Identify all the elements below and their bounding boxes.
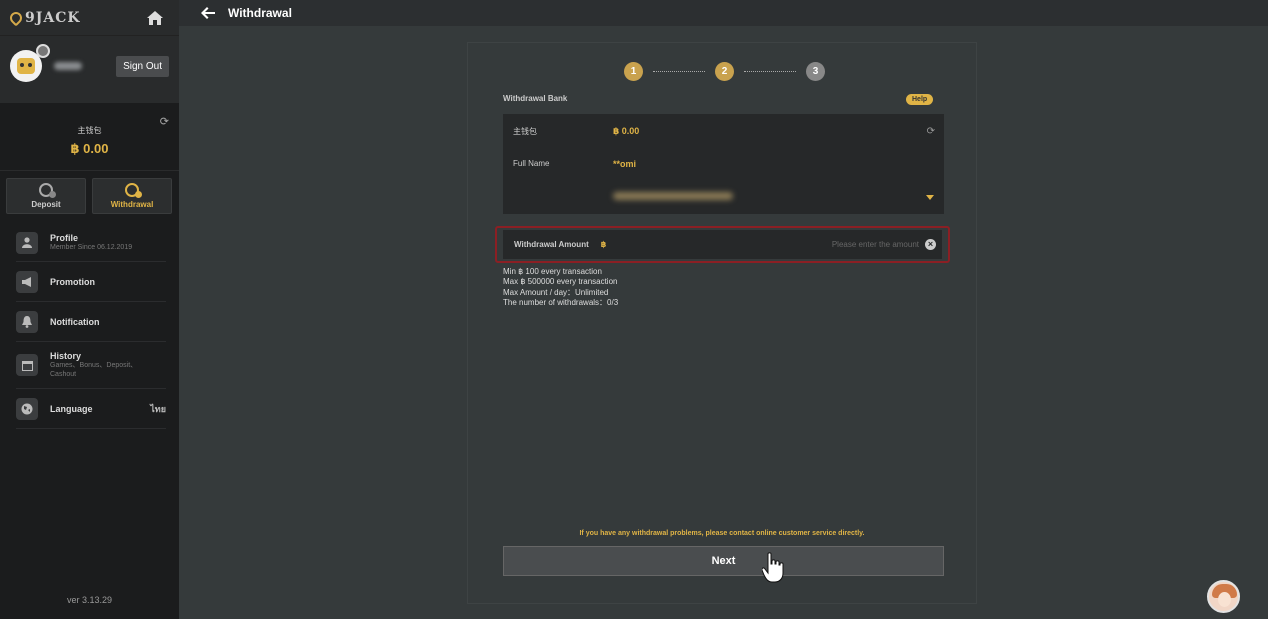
- home-icon[interactable]: [146, 10, 164, 26]
- language-value: ไทย: [150, 403, 166, 414]
- currency-symbol: ฿: [600, 240, 607, 249]
- sidebar-top: 9JACK Sign Out: [0, 0, 179, 103]
- user-row: Sign Out: [10, 44, 169, 82]
- sidebar-item-history[interactable]: History Games、Bonus、Deposit、Cashout: [16, 342, 166, 389]
- deposit-label: Deposit: [31, 200, 61, 209]
- sidebar-item-label: History: [50, 350, 82, 361]
- sign-out-button[interactable]: Sign Out: [116, 55, 169, 77]
- sidebar-menu: Profile Member Since 06.12.2019 Promotio…: [0, 214, 179, 429]
- next-button[interactable]: Next: [503, 546, 944, 576]
- refresh-icon[interactable]: ⟳: [160, 115, 169, 128]
- back-arrow-icon[interactable]: [201, 7, 215, 19]
- step-1: 1: [624, 62, 643, 81]
- step-divider: [744, 71, 796, 72]
- sidebar-item-subtitle: Games、Bonus、Deposit、Cashout: [50, 361, 138, 378]
- username-blurred: [54, 62, 82, 70]
- sidebar-item-label: Promotion: [50, 276, 95, 287]
- fullname-label: Full Name: [513, 159, 550, 168]
- vip-badge-icon: [36, 44, 50, 58]
- cs-face: [1218, 592, 1231, 607]
- withdrawal-rules: Min ฿ 100 every transaction Max ฿ 500000…: [503, 267, 618, 308]
- wallet-row-value: ฿ 0.00: [613, 126, 640, 136]
- amount-label: Withdrawal Amount: [514, 240, 589, 249]
- megaphone-icon: [16, 270, 38, 293]
- rule-min: Min ฿ 100 every transaction: [503, 267, 602, 276]
- calendar-icon: [16, 354, 38, 376]
- user-icon: [16, 231, 38, 254]
- coin-deposit-icon: [39, 183, 56, 198]
- rule-daily: Max Amount / day：Unlimited: [503, 287, 609, 297]
- withdrawal-panel: 1 2 3 Withdrawal Bank Help 主钱包 ฿ 0.00 ⟳ …: [467, 42, 977, 604]
- sidebar: 9JACK Sign Out 主钱包 ฿ 0.00 ⟳ Deposit With…: [0, 0, 179, 619]
- wallet-actions: Deposit Withdrawal: [0, 171, 179, 214]
- sidebar-item-subtitle: Member Since 06.12.2019: [50, 243, 133, 251]
- withdrawal-bank-label: Withdrawal Bank: [503, 94, 568, 103]
- avatar[interactable]: [10, 44, 50, 82]
- hand-cursor-icon: [761, 552, 784, 584]
- fullname-value: **omi: [613, 159, 637, 169]
- step-indicator: 1 2 3: [624, 62, 825, 81]
- sidebar-item-label: Profile: [50, 232, 79, 243]
- logo-icon: [7, 9, 25, 26]
- amount-input[interactable]: [739, 240, 919, 249]
- step-2: 2: [715, 62, 734, 81]
- step-divider: [653, 71, 705, 72]
- globe-icon: [16, 397, 38, 420]
- robot-avatar-icon: [17, 58, 35, 74]
- page-title: Withdrawal: [228, 6, 292, 20]
- header-bar: Withdrawal: [179, 0, 1268, 26]
- sidebar-item-promotion[interactable]: Promotion: [16, 262, 166, 302]
- sidebar-item-language[interactable]: Language ไทย: [16, 389, 166, 429]
- logo[interactable]: 9JACK: [7, 9, 81, 26]
- wallet-row-label: 主钱包: [513, 127, 537, 136]
- rule-count: The number of withdrawals：0/3: [503, 297, 619, 307]
- withdrawal-amount-field: Withdrawal Amount ฿ ×: [495, 226, 950, 263]
- sidebar-item-label: Notification: [50, 316, 100, 327]
- step-3: 3: [806, 62, 825, 81]
- deposit-button[interactable]: Deposit: [6, 178, 86, 214]
- sidebar-item-label: Language: [50, 403, 93, 414]
- help-button[interactable]: Help: [906, 94, 934, 105]
- sidebar-item-notification[interactable]: Notification: [16, 302, 166, 342]
- sidebar-item-profile[interactable]: Profile Member Since 06.12.2019: [16, 224, 166, 262]
- wallet-label: 主钱包: [77, 126, 102, 135]
- chevron-down-icon[interactable]: [926, 195, 934, 200]
- withdrawal-button[interactable]: Withdrawal: [92, 178, 172, 214]
- customer-service-avatar[interactable]: [1207, 580, 1240, 613]
- bell-icon: [16, 310, 38, 333]
- wallet-panel: 主钱包 ฿ 0.00 ⟳: [0, 103, 179, 171]
- bank-info-box: 主钱包 ฿ 0.00 ⟳ Full Name **omi: [503, 114, 944, 214]
- logo-bar: 9JACK: [0, 0, 179, 36]
- refresh-icon[interactable]: ⟳: [927, 126, 935, 137]
- amount-input-wrapper: Withdrawal Amount ฿ ×: [503, 230, 942, 259]
- support-notice: If you have any withdrawal problems, ple…: [579, 530, 865, 537]
- wallet-amount: ฿ 0.00: [70, 141, 109, 156]
- logo-text: 9JACK: [25, 9, 81, 26]
- clear-icon[interactable]: ×: [925, 239, 936, 250]
- coin-withdrawal-icon: [125, 183, 142, 198]
- rule-max: Max ฿ 500000 every transaction: [503, 277, 618, 287]
- bank-account-select-blurred[interactable]: [613, 192, 733, 200]
- version-text: ver 3.13.29: [66, 595, 113, 605]
- withdrawal-label: Withdrawal: [110, 200, 154, 209]
